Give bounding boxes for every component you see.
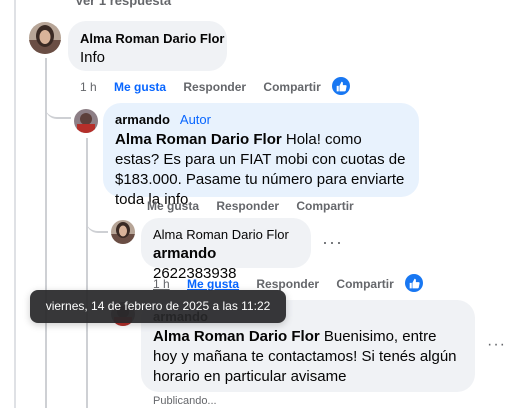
share-button[interactable]: Compartir: [336, 277, 393, 291]
avatar-armando[interactable]: [74, 109, 98, 133]
publishing-status: Publicando...: [153, 395, 217, 407]
comment-author[interactable]: armando: [115, 112, 170, 127]
like-button[interactable]: Me gusta: [114, 80, 166, 94]
comment-actions-1: 1 h Me gusta Responder Compartir: [80, 80, 335, 94]
like-button[interactable]: Me gusta: [147, 199, 199, 213]
author-badge: Autor: [179, 112, 211, 127]
comment-time[interactable]: 1 h: [153, 277, 170, 291]
comment-text: Alma Roman Dario Flor Hola! como estas? …: [115, 131, 406, 208]
comment-time[interactable]: 1 h: [80, 80, 97, 94]
avatar-alma[interactable]: [29, 22, 61, 54]
mention-link[interactable]: Alma Roman Dario Flor: [115, 131, 282, 148]
comment-text: Info: [80, 49, 106, 66]
more-options-icon[interactable]: ···: [322, 232, 343, 253]
avatar-alma[interactable]: [111, 220, 135, 244]
reply-button[interactable]: Responder: [216, 199, 279, 213]
share-button[interactable]: Compartir: [263, 80, 320, 94]
mention-link[interactable]: armando: [153, 245, 216, 262]
comment-bubble-armando-1: armando Autor Alma Roman Dario Flor Hola!…: [103, 103, 419, 208]
comment-text: Alma Roman Dario Flor Buenisimo, entre h…: [153, 328, 457, 385]
comment-bubble-alma-2: Alma Roman Dario Flor armando 2622383938: [141, 218, 311, 282]
view-replies-link[interactable]: Ver 1 respuesta: [75, 0, 171, 8]
thread-line-top: [14, 0, 16, 408]
share-button[interactable]: Compartir: [296, 199, 353, 213]
mention-link[interactable]: Alma Roman Dario Flor: [153, 328, 320, 345]
thread-connector-1: [45, 95, 71, 119]
like-button[interactable]: Me gusta: [187, 277, 239, 291]
thumbs-up-icon[interactable]: [332, 77, 350, 95]
thread-line-reply: [86, 138, 88, 408]
reply-button[interactable]: Responder: [183, 80, 246, 94]
timestamp-tooltip: viernes, 14 de febrero de 2025 a las 11:…: [30, 290, 286, 323]
comment-author[interactable]: Alma Roman Dario Flor: [153, 227, 299, 243]
thread-connector-2: [86, 205, 108, 233]
comment-actions-3: 1 h Me gusta Responder Compartir: [153, 277, 408, 291]
reply-button[interactable]: Responder: [256, 277, 319, 291]
comment-author[interactable]: Alma Roman Dario Flor: [80, 31, 224, 47]
comment-actions-2: Me gusta Responder Compartir: [147, 199, 368, 213]
more-options-icon[interactable]: ···: [487, 336, 506, 354]
thumbs-up-icon[interactable]: [405, 274, 423, 292]
comment-bubble-alma-1: Alma Roman Dario Flor Info: [68, 21, 227, 71]
